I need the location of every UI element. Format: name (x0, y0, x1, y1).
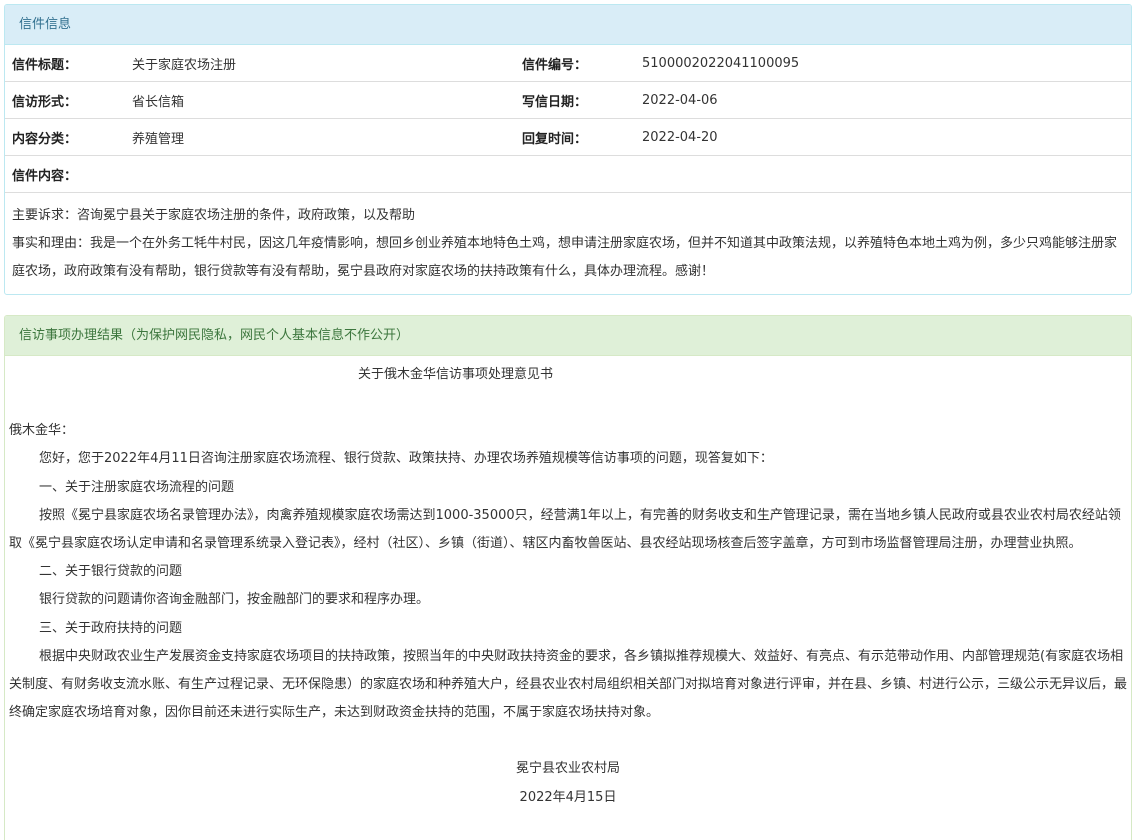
reply-doc-title: 关于俄木金华信访事项处理意见书 (357, 367, 553, 382)
result-heading: 信访事项办理结果（为保护网民隐私，网民个人基本信息不作公开） (5, 316, 1131, 356)
info-row-form: 信访形式： 省长信箱 写信日期： 2022-04-06 (5, 81, 1131, 119)
info-row-category: 内容分类： 养殖管理 回复时间： 2022-04-20 (5, 118, 1131, 156)
info-row-title: 信件标题： 关于家庭农场注册 信件编号： 5100002022041100095 (5, 45, 1131, 82)
reply-section-heading: 二、关于银行贷款的问题 (39, 564, 183, 580)
info-row-content: 信件内容： (5, 155, 1131, 193)
letter-info-table: 信件标题： 关于家庭农场注册 信件编号： 5100002022041100095… (5, 45, 1131, 193)
letter-form-value: 省长信箱 (125, 81, 515, 119)
reply-time-value: 2022-04-20 (635, 118, 1131, 156)
letter-title-label: 信件标题： (5, 45, 125, 82)
reply-section-heading: 一、关于注册家庭农场流程的问题 (39, 479, 235, 495)
reply-letter: 关于俄木金华信访事项处理意见书 俄木金华： 您好，您于2022年4月11日咨询注… (5, 361, 1131, 812)
letter-number-label: 信件编号： (515, 45, 635, 82)
letter-content-label: 信件内容： (5, 155, 1131, 193)
content-line-facts-reasons: 事实和理由：我是一个在外务工牦牛村民，因这几年疫情影响，想回乡创业养殖本地特色土… (12, 236, 1118, 279)
letter-content: 主要诉求：咨询冕宁县关于家庭农场注册的条件，政府政策，以及帮助 事实和理由：我是… (5, 193, 1131, 286)
letter-category-label: 内容分类： (5, 118, 125, 156)
reply-paragraph: 您好，您于2022年4月11日咨询注册家庭农场流程、银行贷款、政策扶持、办理农场… (39, 451, 773, 467)
letter-info-panel: 信件信息 信件标题： 关于家庭农场注册 信件编号： 51000020220411… (4, 4, 1132, 295)
reply-paragraph: 根据中央财政农业生产发展资金支持家庭农场项目的扶持政策，按照当年的中央财政扶持资… (9, 648, 1128, 721)
letter-form-label: 信访形式： (5, 81, 125, 119)
reply-paragraph: 银行贷款的问题请你咨询金融部门，按金融部门的要求和程序办理。 (39, 592, 430, 608)
letter-category-value: 养殖管理 (125, 118, 515, 156)
reply-paragraph: 按照《冕宁县家庭农场名录管理办法》，肉禽养殖规模家庭农场需达到1000-3500… (9, 507, 1121, 552)
letter-date-label: 写信日期： (515, 81, 635, 119)
content-line-main-request: 主要诉求：咨询冕宁县关于家庭农场注册的条件，政府政策，以及帮助 (12, 208, 416, 223)
reply-time-label: 回复时间： (515, 118, 635, 156)
reply-salutation: 俄木金华： (9, 423, 75, 439)
reply-sign-date: 2022年4月15日 (519, 789, 617, 805)
reply-section-heading: 三、关于政府扶持的问题 (39, 620, 183, 636)
letter-info-heading: 信件信息 (5, 5, 1131, 45)
result-panel: 信访事项办理结果（为保护网民隐私，网民个人基本信息不作公开） 关于俄木金华信访事… (4, 315, 1132, 840)
letter-date-value: 2022-04-06 (635, 81, 1131, 119)
letter-number-value: 5100002022041100095 (635, 45, 1131, 82)
letter-title-value: 关于家庭农场注册 (125, 45, 515, 82)
reply-signature: 冕宁县农业农村局 (515, 761, 620, 777)
